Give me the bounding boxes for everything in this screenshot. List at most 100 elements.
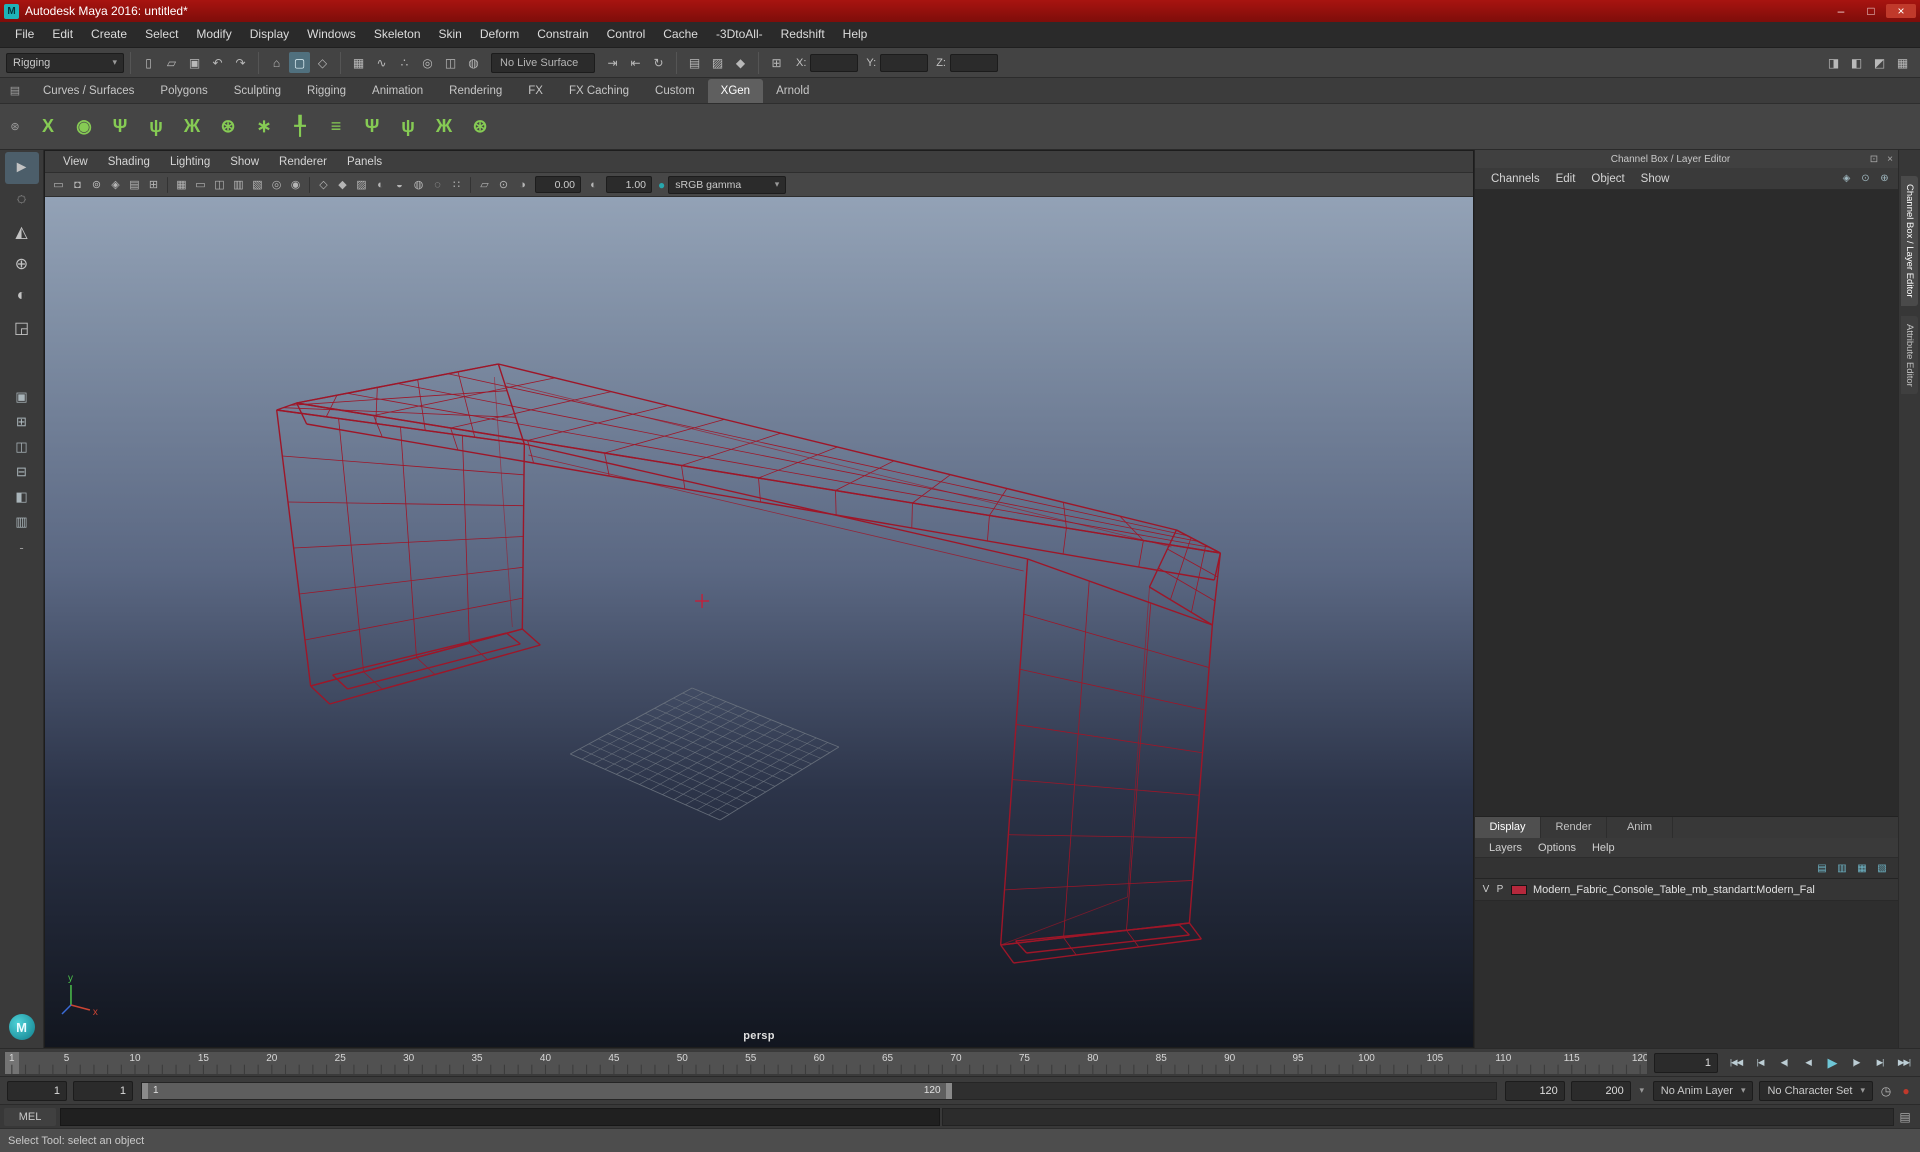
layer-editor-tab[interactable]: Render (1541, 817, 1607, 838)
shelf-tab[interactable]: Arnold (763, 79, 822, 103)
popout-icon[interactable]: ⊡ (1866, 154, 1882, 165)
channel-box-menu-item[interactable]: Show (1633, 173, 1678, 185)
snap-grid-icon[interactable]: ▦ (348, 52, 369, 73)
shelf-tab[interactable]: Curves / Surfaces (30, 79, 147, 103)
range-end-handle[interactable] (945, 1082, 952, 1099)
layer-color-swatch[interactable] (1511, 884, 1527, 895)
shadows-icon[interactable]: ◒ (390, 175, 409, 194)
titlebar[interactable]: M Autodesk Maya 2016: untitled* – □ × (0, 0, 1920, 22)
range-track[interactable]: 1 120 (141, 1081, 1497, 1100)
ambient-occlusion-icon[interactable]: ◍ (409, 175, 428, 194)
xgen-curves-icon[interactable]: Ж (174, 108, 210, 146)
layer-visibility-toggle[interactable]: V (1479, 884, 1493, 895)
separator[interactable] (167, 176, 168, 193)
chevron-down-icon[interactable]: ▾ (1634, 1085, 1650, 1096)
select-object-icon[interactable]: ▢ (289, 52, 310, 73)
menu-item[interactable]: Edit (43, 22, 82, 47)
menu-item[interactable]: Help (834, 22, 877, 47)
xgen-mesh-icon[interactable]: ≡ (318, 108, 354, 146)
speed-ramp-icon[interactable]: ⊙ (1857, 170, 1874, 187)
separator[interactable] (470, 176, 471, 193)
xgen-guides-icon[interactable]: ⊛ (210, 108, 246, 146)
menu-item[interactable]: Deform (471, 22, 528, 47)
live-surface-field[interactable]: No Live Surface (491, 52, 595, 73)
shelf-tab[interactable]: Rigging (294, 79, 359, 103)
y-coordinate-input[interactable] (880, 53, 929, 72)
xgen-density-icon[interactable]: ∗ (246, 108, 282, 146)
layout-outliner-persp[interactable]: ▥ (7, 509, 37, 534)
shelf-tab[interactable]: XGen (707, 79, 764, 103)
multisample-aa-icon[interactable]: ∷ (447, 175, 466, 194)
layer-name[interactable]: Modern_Fabric_Console_Table_mb_standart:… (1533, 884, 1815, 896)
viewport-menu-item[interactable]: Show (220, 156, 269, 168)
gamma-input[interactable]: 1.00 (606, 176, 652, 193)
close-button[interactable]: × (1886, 4, 1916, 18)
hyperbolic-icon[interactable]: ⊕ (1876, 170, 1893, 187)
new-layer-from-selected-icon[interactable]: ▧ (1873, 860, 1891, 876)
close-icon[interactable]: × (1882, 154, 1898, 165)
safe-title-icon[interactable]: ◉ (286, 175, 305, 194)
toolbox-collapse-button[interactable]: - (19, 540, 23, 555)
character-set-dropdown[interactable]: No Character Set ▾ (1759, 1080, 1873, 1101)
menu-item[interactable]: Windows (298, 22, 365, 47)
new-scene-icon[interactable]: ▯ (138, 52, 159, 73)
viewport-menu-item[interactable]: Panels (337, 156, 392, 168)
menu-item[interactable]: Skeleton (365, 22, 430, 47)
select-hierarchy-icon[interactable]: ⌂ (266, 52, 287, 73)
command-result-field[interactable] (941, 1107, 1894, 1126)
xgen-groom-icon[interactable]: ψ (138, 108, 174, 146)
layer-editor-tab[interactable]: Anim (1607, 817, 1673, 838)
script-editor-icon[interactable]: ▤ (1894, 1110, 1916, 1124)
render-settings-icon[interactable]: ◆ (730, 52, 751, 73)
separator[interactable] (309, 176, 310, 193)
shelf-tab[interactable]: FX (515, 79, 556, 103)
snap-curve-icon[interactable]: ∿ (371, 52, 392, 73)
range-bar[interactable]: 1 120 (142, 1082, 952, 1099)
sidebar-attribute-editor-icon[interactable]: ◨ (1823, 52, 1844, 73)
shelf-tab[interactable]: Polygons (147, 79, 220, 103)
snap-view-plane-icon[interactable]: ◫ (440, 52, 461, 73)
lasso-tool[interactable]: ◌ (5, 184, 39, 216)
layer-editor-menu-item[interactable]: Help (1584, 842, 1623, 854)
step-back-key-button[interactable]: |◀ (1748, 1052, 1772, 1074)
rotate-tool[interactable]: ◐ (5, 280, 39, 312)
move-layer-up-icon[interactable]: ▤ (1813, 860, 1831, 876)
z-coordinate-input[interactable] (949, 53, 998, 72)
gate-mask-icon[interactable]: ▥ (229, 175, 248, 194)
snap-projected-center-icon[interactable]: ◎ (417, 52, 438, 73)
menu-item[interactable]: Select (136, 22, 187, 47)
manipulator-icon[interactable]: ◈ (1838, 170, 1855, 187)
menu-item[interactable]: Display (241, 22, 298, 47)
side-panel-tab[interactable]: Attribute Editor (1901, 315, 1918, 395)
camera-attributes-icon[interactable]: ⊚ (87, 175, 106, 194)
menu-item[interactable]: Modify (187, 22, 240, 47)
viewport-menu-item[interactable]: Lighting (160, 156, 220, 168)
step-forward-frame-button[interactable]: |▶ (1844, 1052, 1868, 1074)
shelf-config-icon[interactable]: ⊛ (0, 104, 30, 149)
exposure-icon[interactable]: ◑ (513, 175, 532, 194)
select-component-icon[interactable]: ◇ (312, 52, 333, 73)
layer-row[interactable]: V P Modern_Fabric_Console_Table_mb_stand… (1475, 879, 1898, 901)
ipr-render-icon[interactable]: ▨ (707, 52, 728, 73)
step-back-frame-button[interactable]: ◀| (1772, 1052, 1796, 1074)
xgen-import-icon[interactable]: ψ (390, 108, 426, 146)
exposure-input[interactable]: 0.00 (535, 176, 581, 193)
shelf-tab[interactable]: Sculpting (221, 79, 294, 103)
animation-end-input[interactable]: 200 (1570, 1080, 1631, 1101)
xgen-preview-icon[interactable]: Ж (426, 108, 462, 146)
xgen-sphere-icon[interactable]: ◉ (66, 108, 102, 146)
command-language-button[interactable]: MEL (4, 1107, 56, 1126)
shelf-tab[interactable]: Custom (642, 79, 708, 103)
shelf-tab[interactable]: FX Caching (556, 79, 642, 103)
paint-select-tool[interactable]: ◭ (5, 216, 39, 248)
go-to-start-button[interactable]: |◀◀ (1724, 1052, 1748, 1074)
layout-two-side[interactable]: ◫ (7, 434, 37, 459)
xgen-description-icon[interactable]: Ψ (102, 108, 138, 146)
viewport-3d-view[interactable]: yx persp (45, 197, 1473, 1047)
new-empty-layer-icon[interactable]: ▦ (1853, 860, 1871, 876)
redo-icon[interactable]: ↷ (230, 52, 251, 73)
shelf-tab[interactable]: Rendering (436, 79, 515, 103)
film-gate-icon[interactable]: ▭ (191, 175, 210, 194)
move-tool[interactable]: ⊕ (5, 248, 39, 280)
menu-item[interactable]: Create (82, 22, 136, 47)
